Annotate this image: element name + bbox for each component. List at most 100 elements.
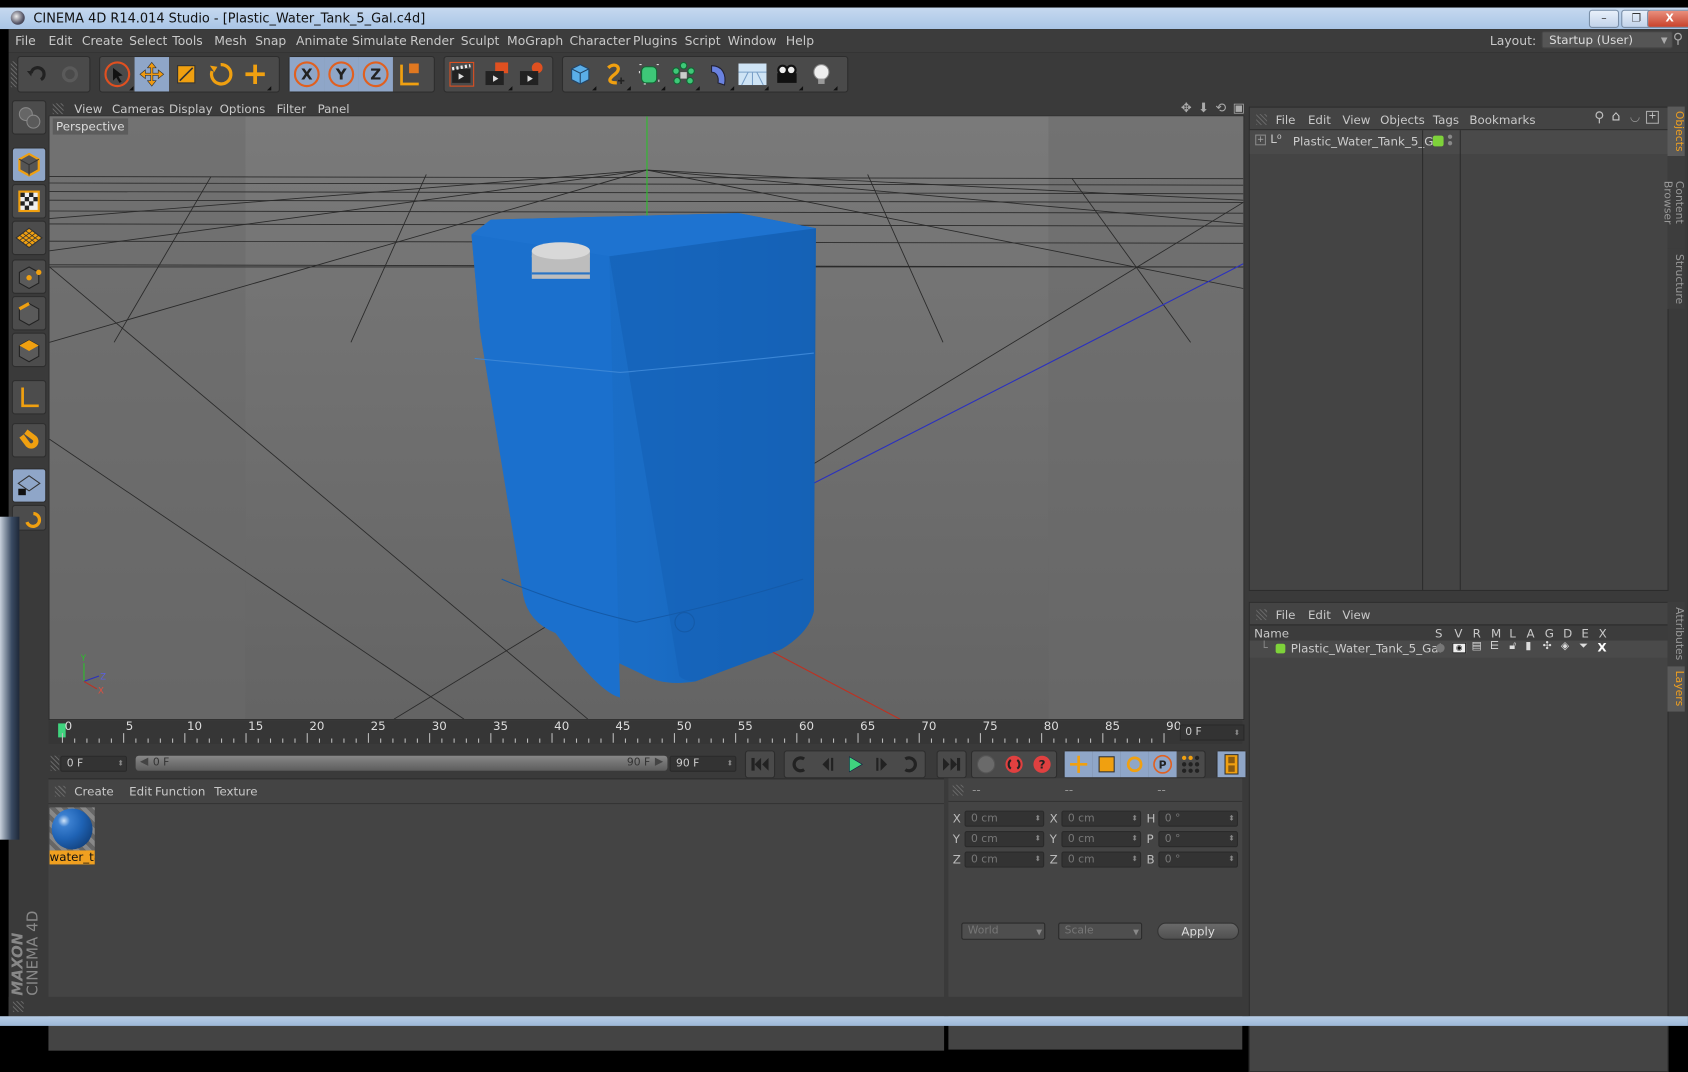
spinner-icon[interactable]: ⬍ (1035, 832, 1041, 846)
menu-character[interactable]: Character (569, 33, 630, 48)
column-visible[interactable]: V (1454, 627, 1462, 641)
move-icon[interactable] (134, 57, 170, 92)
tab-layers[interactable]: Layers (1667, 666, 1685, 712)
new-window-icon[interactable]: + (1645, 110, 1659, 124)
viewport-rotate-icon[interactable]: ⟲ (1215, 100, 1226, 115)
solo-toggle[interactable] (1436, 643, 1445, 653)
layers-grip[interactable] (1256, 609, 1268, 621)
menu-snap[interactable]: Snap (255, 33, 286, 48)
go-to-start-icon[interactable] (746, 751, 774, 777)
spinner-icon[interactable]: ⬍ (1234, 726, 1240, 741)
next-key-icon[interactable] (897, 751, 925, 777)
viewport-menu-filter[interactable]: Filter (277, 102, 306, 116)
layers-menu-edit[interactable]: Edit (1308, 608, 1331, 622)
tab-structure[interactable]: Structure (1667, 248, 1685, 309)
spinner-icon[interactable]: ⬍ (117, 757, 123, 771)
objects-menu-view[interactable]: View (1342, 113, 1370, 127)
expand-icon[interactable]: + (1255, 134, 1266, 146)
position-field[interactable]: 0 cm ⬍ (964, 810, 1045, 827)
column-deformers[interactable]: D (1563, 627, 1572, 641)
spinner-icon[interactable]: ⬍ (1228, 812, 1234, 826)
viewport-menu-display[interactable]: Display (169, 102, 213, 116)
minimize-button[interactable]: – (1588, 9, 1620, 28)
spinner-icon[interactable]: ⬍ (1035, 853, 1041, 867)
animation-film-icon[interactable]: ▮ (1525, 641, 1531, 653)
deformer-bend-icon[interactable] (701, 57, 735, 91)
position-field[interactable]: 0 cm ⬍ (964, 851, 1045, 868)
lock-workplane-icon[interactable] (11, 468, 47, 503)
menu-help[interactable]: Help (786, 33, 814, 48)
menu-plugins[interactable]: Plugins (633, 33, 677, 48)
viewport-menu-view[interactable]: View (74, 102, 102, 116)
column-locked[interactable]: L (1509, 627, 1516, 641)
viewport-menu-cameras[interactable]: Cameras (112, 102, 165, 116)
prev-key-icon[interactable] (785, 751, 813, 777)
playback-grip[interactable] (50, 755, 60, 771)
timeline-ruler[interactable]: 0 5 10 15 20 25 30 35 40 45 50 55 60 65 70 75 80 85 90 (48, 719, 1243, 744)
object-row[interactable]: + L⁰ Plastic_Water_Tank_5_Gal (1249, 130, 1668, 154)
rotation-field[interactable]: 0 ° ⬍ (1158, 851, 1238, 868)
range-end-arrow-icon[interactable]: ▶ (655, 756, 663, 768)
layers-menu-file[interactable]: File (1276, 608, 1296, 622)
menu-edit[interactable]: Edit (48, 33, 72, 48)
generator-icon[interactable]: ✣ (1543, 641, 1552, 653)
play-icon[interactable] (841, 751, 869, 777)
visible-eye-icon[interactable]: ◉ (1452, 642, 1467, 654)
column-generators[interactable]: G (1545, 627, 1554, 641)
frame-range-slider[interactable]: ◀ 0 F 90 F ▶ (135, 755, 668, 771)
workplane-mode-icon[interactable] (11, 220, 47, 256)
key-position-icon[interactable] (1064, 751, 1093, 778)
viewport-pan-icon[interactable]: ✥ (1181, 100, 1192, 115)
spinner-icon[interactable]: ⬍ (1132, 812, 1138, 826)
material-grip[interactable] (54, 785, 66, 797)
spinner-icon[interactable]: ⬍ (1228, 832, 1234, 846)
magnet-icon[interactable] (11, 423, 47, 458)
menu-simulate[interactable]: Simulate (352, 33, 407, 48)
render-view-icon[interactable] (445, 57, 479, 91)
live-selection-icon[interactable] (100, 57, 134, 91)
objects-menu-tags[interactable]: Tags (1433, 113, 1459, 127)
menu-create[interactable]: Create (82, 33, 123, 48)
go-to-end-icon[interactable] (938, 751, 966, 777)
range-start-arrow-icon[interactable]: ◀ (140, 756, 148, 768)
layer-name[interactable]: Plastic_Water_Tank_5_Gal (1291, 642, 1442, 656)
search-icon[interactable]: ⚲ (1673, 31, 1683, 47)
layer-row[interactable]: └ Plastic_Water_Tank_5_Gal ◉ ▤ ⋿ 🔓︎ ▮ ✣ … (1249, 640, 1668, 658)
lock-icon[interactable]: 🔓︎ (1509, 641, 1516, 653)
size-field[interactable]: 0 cm ⬍ (1061, 810, 1142, 827)
menu-select[interactable]: Select (129, 33, 167, 48)
layer-color-swatch[interactable] (1432, 135, 1444, 147)
nurbs-subdivision-icon[interactable] (632, 57, 666, 91)
menu-script[interactable]: Script (685, 33, 721, 48)
undo-icon[interactable] (18, 57, 52, 91)
position-field[interactable]: 0 cm ⬍ (964, 831, 1045, 848)
material-swatch[interactable]: water_ta (49, 807, 95, 865)
material-menu-texture[interactable]: Texture (214, 785, 257, 799)
prev-frame-icon[interactable] (813, 751, 841, 777)
close-button[interactable]: X (1647, 9, 1688, 28)
menu-file[interactable]: File (15, 33, 36, 48)
start-frame-field[interactable]: 0 F ⬍ (60, 755, 128, 772)
spinner-icon[interactable]: ⬍ (1035, 812, 1041, 826)
xref-icon[interactable]: X (1598, 641, 1607, 655)
next-frame-icon[interactable] (869, 751, 897, 777)
current-frame-field[interactable]: 0 F ⬍ (1179, 724, 1245, 741)
rotate-icon[interactable] (203, 57, 237, 91)
model-mode-icon[interactable] (11, 147, 47, 182)
viewport-zoom-icon[interactable]: ⬇ (1198, 100, 1209, 115)
spinner-icon[interactable]: ⬍ (727, 757, 733, 771)
rotation-field[interactable]: 0 ° ⬍ (1158, 810, 1238, 827)
floor-scene-icon[interactable] (735, 57, 769, 91)
objects-menu-edit[interactable]: Edit (1308, 113, 1331, 127)
apply-button[interactable]: Apply (1157, 922, 1240, 940)
column-xrefs[interactable]: X (1599, 627, 1607, 641)
layout-select[interactable]: Startup (User) ▼ (1541, 31, 1673, 49)
render-clapper-icon[interactable]: ▤ (1472, 641, 1482, 653)
viewport-toggle-icon[interactable]: ▣ (1233, 100, 1245, 115)
render-picture-viewer-icon[interactable] (479, 57, 513, 91)
menu-tools[interactable]: Tools (172, 33, 203, 48)
menu-window[interactable]: Window (728, 33, 777, 48)
material-name[interactable]: water_ta (49, 850, 95, 865)
expression-icon[interactable]: ⏷ (1579, 641, 1588, 653)
keyframe-help-icon[interactable]: ? (1028, 751, 1056, 777)
